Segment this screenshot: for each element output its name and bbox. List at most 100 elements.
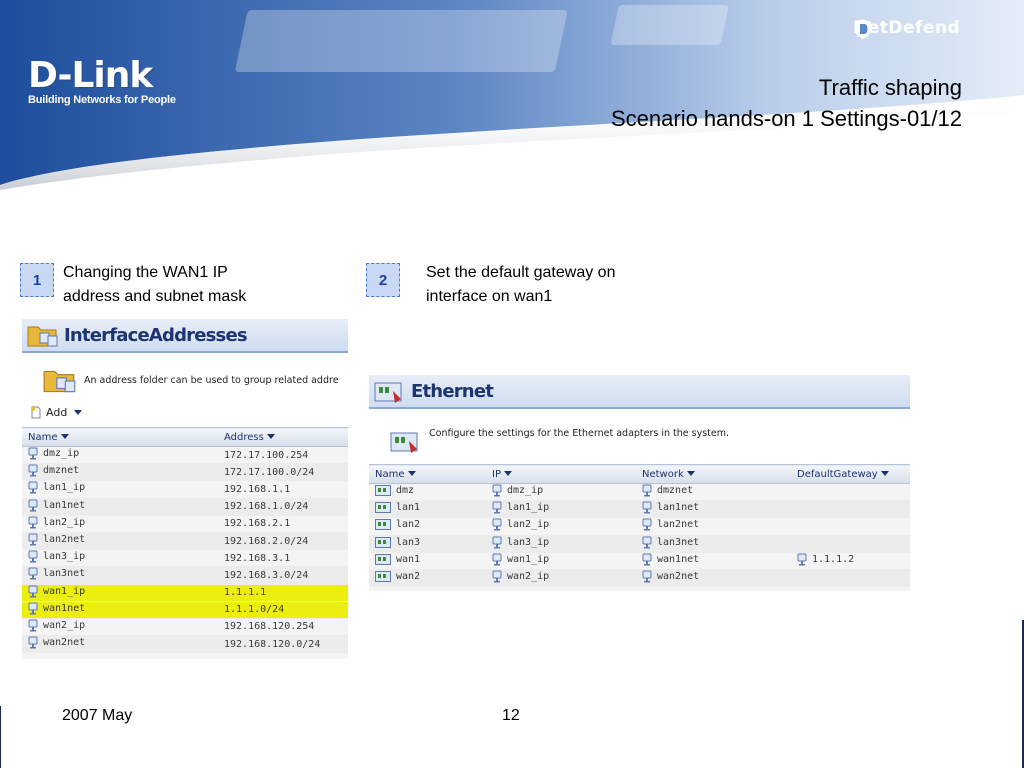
name-cell[interactable]: lan3net xyxy=(22,566,218,585)
network-cell[interactable]: lan2net xyxy=(636,517,791,536)
table-row[interactable]: wan1 wan1_ip wan1net 1.1.1.2 xyxy=(369,552,910,570)
address-name[interactable]: wan2_ip xyxy=(28,619,85,632)
network-object[interactable]: lan3net xyxy=(642,536,699,549)
gateway-cell[interactable] xyxy=(791,500,910,519)
name-cell[interactable]: wan2 xyxy=(369,569,486,588)
gateway-cell[interactable] xyxy=(791,535,910,553)
table-row[interactable]: dmznet 172.17.100.0/24 xyxy=(22,463,348,482)
addresses-table: Name Address dmz_ip 172.17.100.254 dmznet 1… xyxy=(22,427,348,654)
name-cell[interactable]: wan2net xyxy=(22,635,218,654)
name-cell[interactable]: dmz_ip xyxy=(22,446,218,465)
network-object[interactable]: wan2net xyxy=(642,570,699,583)
address-cell: 192.168.120.0/24 xyxy=(218,635,348,654)
ip-object[interactable]: lan3_ip xyxy=(492,536,549,549)
table-row[interactable]: wan1net 1.1.1.0/24 xyxy=(22,601,348,619)
network-cell[interactable]: dmznet xyxy=(636,483,791,502)
address-value: 192.168.1.1 xyxy=(224,483,291,495)
add-button[interactable]: Add xyxy=(22,397,348,427)
address-name[interactable]: wan1net xyxy=(28,602,85,615)
ip-cell[interactable]: wan2_ip xyxy=(486,569,636,588)
table-row[interactable]: lan2net 192.168.2.0/24 xyxy=(22,532,348,551)
interface-name[interactable]: wan1 xyxy=(375,553,420,565)
address-name[interactable]: wan2net xyxy=(28,636,85,649)
table-row[interactable]: dmz dmz_ip dmznet xyxy=(369,483,910,502)
name-cell[interactable]: lan1 xyxy=(369,500,486,519)
table-row[interactable]: wan2net 192.168.120.0/24 xyxy=(22,635,348,654)
ip-cell[interactable]: lan3_ip xyxy=(486,535,636,553)
table-row[interactable]: dmz_ip 172.17.100.254 xyxy=(22,446,348,465)
ip-cell[interactable]: wan1_ip xyxy=(486,552,636,570)
address-name[interactable]: lan2_ip xyxy=(28,516,85,529)
addresses-table-body: dmz_ip 172.17.100.254 dmznet 172.17.100.0/2… xyxy=(22,446,348,654)
address-name[interactable]: dmz_ip xyxy=(28,447,79,460)
address-name[interactable]: lan1_ip xyxy=(28,481,85,494)
table-row[interactable]: lan1 lan1_ip lan1net xyxy=(369,500,910,519)
name-cell[interactable]: lan2_ip xyxy=(22,515,218,533)
column-header-ip[interactable]: IP xyxy=(486,464,636,484)
gateway-cell[interactable] xyxy=(791,517,910,536)
name-cell[interactable]: wan1 xyxy=(369,552,486,570)
table-row[interactable]: lan3 lan3_ip lan3net xyxy=(369,535,910,553)
ip-object[interactable]: wan2_ip xyxy=(492,570,549,583)
name-cell[interactable]: lan3_ip xyxy=(22,549,218,568)
interface-name[interactable]: lan1 xyxy=(375,502,420,514)
name-cell[interactable]: lan3 xyxy=(369,535,486,553)
network-object[interactable]: wan1net xyxy=(642,553,699,566)
column-header-name[interactable]: Name xyxy=(22,427,218,447)
name-cell[interactable]: lan2 xyxy=(369,517,486,536)
address-name[interactable]: dmznet xyxy=(28,464,79,477)
network-cell[interactable]: wan2net xyxy=(636,569,791,588)
network-object[interactable]: lan2net xyxy=(642,518,699,531)
interface-name[interactable]: wan2 xyxy=(375,571,420,583)
table-row[interactable]: wan1_ip 1.1.1.1 xyxy=(22,584,348,602)
gateway-object[interactable]: 1.1.1.2 xyxy=(797,553,854,566)
network-object[interactable]: lan1net xyxy=(642,501,699,514)
table-row[interactable]: lan3net 192.168.3.0/24 xyxy=(22,566,348,585)
address-name-text: dmz_ip xyxy=(43,448,80,460)
column-header-name[interactable]: Name xyxy=(369,464,486,484)
name-cell[interactable]: dmz xyxy=(369,483,486,502)
interface-name[interactable]: lan2 xyxy=(375,519,420,531)
interface-name[interactable]: lan3 xyxy=(375,536,420,548)
column-header-address[interactable]: Address xyxy=(218,427,348,447)
table-row[interactable]: wan2 wan2_ip wan2net xyxy=(369,569,910,588)
table-row[interactable]: lan3_ip 192.168.3.1 xyxy=(22,549,348,568)
gateway-cell[interactable]: 1.1.1.2 xyxy=(791,552,910,570)
network-object[interactable]: dmznet xyxy=(642,484,693,497)
network-cell[interactable]: lan3net xyxy=(636,535,791,553)
gateway-cell[interactable] xyxy=(791,483,910,502)
ip-cell[interactable]: lan1_ip xyxy=(486,500,636,519)
name-cell[interactable]: wan2_ip xyxy=(22,618,218,637)
table-row[interactable]: wan2_ip 192.168.120.254 xyxy=(22,618,348,637)
name-cell[interactable]: wan1net xyxy=(22,601,218,619)
table-row[interactable]: lan2_ip 192.168.2.1 xyxy=(22,515,348,533)
address-name[interactable]: lan1net xyxy=(28,499,85,512)
name-cell[interactable]: lan1net xyxy=(22,498,218,516)
ip-cell[interactable]: dmz_ip xyxy=(486,483,636,502)
gateway-cell[interactable] xyxy=(791,569,910,588)
name-cell[interactable]: dmznet xyxy=(22,463,218,482)
name-cell[interactable]: wan1_ip xyxy=(22,584,218,602)
ip-object[interactable]: lan2_ip xyxy=(492,518,549,531)
name-cell[interactable]: lan2net xyxy=(22,532,218,551)
table-row[interactable]: lan1net 192.168.1.0/24 xyxy=(22,498,348,516)
table-row[interactable]: lan1_ip 192.168.1.1 xyxy=(22,480,348,499)
column-header-default-gateway[interactable]: DefaultGateway xyxy=(791,464,910,484)
network-cell[interactable]: lan1net xyxy=(636,500,791,519)
address-object-icon xyxy=(492,570,502,583)
column-header-network[interactable]: Network xyxy=(636,464,791,484)
address-name[interactable]: wan1_ip xyxy=(28,585,85,598)
name-cell[interactable]: lan1_ip xyxy=(22,480,218,499)
address-name[interactable]: lan3_ip xyxy=(28,550,85,563)
network-cell[interactable]: wan1net xyxy=(636,552,791,570)
interface-name[interactable]: dmz xyxy=(375,485,414,497)
address-cell: 172.17.100.0/24 xyxy=(218,463,348,482)
footer-date: 2007 May xyxy=(62,707,133,724)
ip-object[interactable]: wan1_ip xyxy=(492,553,549,566)
ip-object[interactable]: dmz_ip xyxy=(492,484,543,497)
table-row[interactable]: lan2 lan2_ip lan2net xyxy=(369,517,910,536)
ip-cell[interactable]: lan2_ip xyxy=(486,517,636,536)
address-name[interactable]: lan2net xyxy=(28,533,85,546)
ip-object[interactable]: lan1_ip xyxy=(492,501,549,514)
address-name[interactable]: lan3net xyxy=(28,567,85,580)
